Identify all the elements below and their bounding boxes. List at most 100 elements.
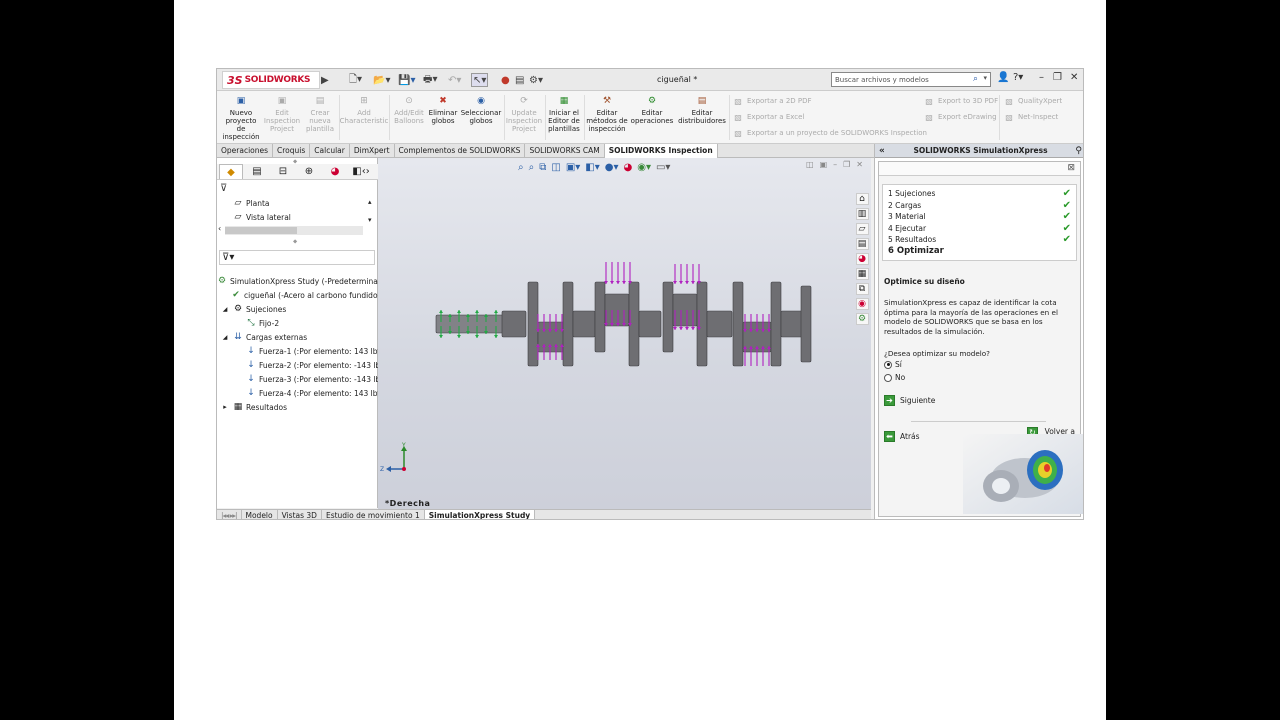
- configuration-manager-tab-icon[interactable]: ⊟: [271, 164, 295, 179]
- pin-icon[interactable]: ⚲: [1075, 144, 1082, 158]
- undo-icon[interactable]: ↶▾: [448, 73, 461, 87]
- tree-item-fuerza-3[interactable]: ↓ Fuerza-3 (:Por elemento: -143 lbf:): [246, 374, 388, 384]
- scroll-down-icon[interactable]: ▾: [368, 216, 372, 224]
- next-button[interactable]: ➔ Siguiente: [884, 395, 935, 406]
- export-2d-pdf-button[interactable]: ▧ Exportar a 2D PDF: [733, 96, 811, 106]
- new-inspection-project-button[interactable]: ▣ Nuevo proyecto de inspección: [221, 95, 261, 142]
- tab-modelo[interactable]: Modelo: [242, 509, 278, 519]
- home-icon[interactable]: ⌂: [855, 193, 869, 205]
- tree-item-planta[interactable]: ▱ Planta: [233, 198, 270, 208]
- search-dropdown-icon[interactable]: ▾: [983, 74, 987, 82]
- add-edit-balloons-button[interactable]: ⊙ Add/Edit Balloons: [392, 95, 426, 126]
- forum-icon[interactable]: ◉: [855, 298, 869, 310]
- tab-calcular[interactable]: Calcular: [310, 144, 350, 158]
- step-ejecutar[interactable]: 4 Ejecutar ✔: [888, 223, 1073, 234]
- tree-item-vista-lateral[interactable]: ▱ Vista lateral: [233, 212, 291, 222]
- close-wizard-icon[interactable]: ⊠: [1067, 163, 1075, 173]
- back-button[interactable]: ⬅ Atrás: [884, 431, 920, 442]
- tab-dimxpert[interactable]: DimXpert: [350, 144, 395, 158]
- expand-arrow-icon[interactable]: ▸: [220, 402, 230, 412]
- tab-solidworks-inspection[interactable]: SOLIDWORKS Inspection: [604, 144, 718, 158]
- radio-si[interactable]: Sí: [884, 360, 902, 369]
- step-cargas[interactable]: 2 Cargas ✔: [888, 200, 1073, 211]
- search-box[interactable]: Buscar archivos y modelos ⌕ ▾: [831, 72, 991, 87]
- search-icon[interactable]: ⌕: [973, 74, 978, 84]
- export-edrawing-button[interactable]: ▧ Export eDrawing: [924, 112, 996, 122]
- rebuild-icon[interactable]: ●: [501, 73, 510, 87]
- tab-estudio-movimiento[interactable]: Estudio de movimiento 1: [322, 509, 425, 519]
- edit-inspection-methods-button[interactable]: ⚒ Editar métodos de inspección: [586, 95, 628, 134]
- radio-circle[interactable]: [884, 373, 892, 382]
- view-palette-icon[interactable]: ⧉: [855, 283, 869, 295]
- file-properties-icon[interactable]: ▤: [515, 73, 524, 87]
- collapse-arrow-icon[interactable]: ◢: [220, 332, 230, 342]
- step-sujeciones[interactable]: 1 Sujeciones ✔: [888, 188, 1073, 199]
- delete-balloons-button[interactable]: ✖ Eliminar globos: [427, 95, 459, 126]
- scroll-up-icon[interactable]: ▴: [368, 198, 372, 206]
- radio-no[interactable]: No: [884, 373, 905, 382]
- resources-icon[interactable]: ▥: [855, 208, 869, 220]
- tab-complementos[interactable]: Complementos de SOLIDWORKS: [395, 144, 526, 158]
- tree-item-fijo-2[interactable]: ⤡ Fijo-2: [246, 318, 279, 328]
- graphics-area[interactable]: ⌕ ⌕ ⧉ ◫ ▣▾ ◧▾ ●▾ ◕ ◉▾ ▭▾ ◫ ▣ – ❐ ✕ Y Z *…: [378, 158, 871, 509]
- update-inspection-project-button[interactable]: ⟳ Update Inspection Project: [506, 95, 542, 134]
- tree-item-fuerza-2[interactable]: ↓ Fuerza-2 (:Por elemento: -143 lbf:): [246, 360, 388, 370]
- tab-operaciones[interactable]: Operaciones: [217, 144, 274, 158]
- appearances-icon[interactable]: ◕: [855, 253, 869, 265]
- expand-menu-arrow-icon[interactable]: ▶: [321, 73, 329, 87]
- filter-dropdown-icon[interactable]: ⊽▾: [222, 252, 234, 263]
- solidworks-logo[interactable]: 3S SOLIDWORKS: [222, 71, 320, 89]
- user-account-icon[interactable]: 👤: [997, 72, 1009, 83]
- tab-croquis[interactable]: Croquis: [273, 144, 311, 158]
- scrollbar-thumb[interactable]: [225, 227, 297, 234]
- filter-icon[interactable]: ⊽: [220, 183, 227, 194]
- file-explorer-icon[interactable]: ▤: [855, 238, 869, 250]
- export-3d-pdf-button[interactable]: ▧ Export to 3D PDF: [924, 96, 998, 106]
- design-library-icon[interactable]: ▱: [855, 223, 869, 235]
- save-icon[interactable]: 💾▾: [398, 73, 415, 87]
- tree-item-fuerza-1[interactable]: ↓ Fuerza-1 (:Por elemento: 143 lbf:): [246, 346, 385, 356]
- export-excel-button[interactable]: ▧ Exportar a Excel: [733, 112, 804, 122]
- options-gear-icon[interactable]: ⚙▾: [529, 73, 543, 87]
- collapse-panel-icon[interactable]: «: [879, 144, 885, 158]
- tree-item-fuerza-4[interactable]: ↓ Fuerza-4 (:Por elemento: 143 lbf:): [246, 388, 385, 398]
- tree-filter-box[interactable]: ⊽▾: [219, 250, 375, 265]
- tab-navigation-arrows-icon[interactable]: |◂◂ ▸▸|: [217, 509, 242, 519]
- tab-solidworks-cam[interactable]: SOLIDWORKS CAM: [525, 144, 605, 158]
- feature-manager-tab-icon[interactable]: ◆: [219, 164, 243, 179]
- step-material[interactable]: 3 Material ✔: [888, 211, 1073, 222]
- display-manager-tab-icon[interactable]: ◕: [323, 164, 347, 179]
- property-manager-tab-icon[interactable]: ▤: [245, 164, 269, 179]
- minimize-icon[interactable]: –: [1039, 72, 1044, 83]
- qualityxpert-button[interactable]: ▧ QualityXpert: [1004, 96, 1062, 106]
- step-resultados[interactable]: 5 Resultados ✔: [888, 234, 1073, 245]
- export-inspection-project-button[interactable]: ▧ Exportar a un proyecto de SOLIDWORKS In…: [733, 128, 927, 138]
- select-cursor-icon[interactable]: ↖▾: [471, 73, 489, 87]
- net-inspect-button[interactable]: ▧ Net-Inspect: [1004, 112, 1058, 122]
- template-editor-button[interactable]: ▦ Iniciar el Editor de plantillas: [547, 95, 581, 134]
- tab-simulationxpress-study[interactable]: SimulationXpress Study: [424, 509, 536, 519]
- edit-distributors-button[interactable]: ▤ Editar distribuidores: [676, 95, 728, 126]
- tree-item-part[interactable]: ✔ cigueñal (-Acero al carbono fundido-): [231, 290, 383, 300]
- tree-item-study[interactable]: ⚙ SimulationXpress Study (-Predeterminado…: [217, 276, 390, 286]
- print-icon[interactable]: 🖶▾: [423, 73, 437, 87]
- restore-icon[interactable]: ❐: [1053, 72, 1062, 83]
- scroll-left-icon[interactable]: ‹: [218, 224, 221, 233]
- more-tabs-icon[interactable]: ◧‹›: [349, 164, 373, 179]
- tree-item-cargas-externas[interactable]: ◢ ⇊ Cargas externas: [220, 332, 307, 342]
- simulationxpress-icon[interactable]: ⚙: [855, 313, 869, 325]
- radio-circle[interactable]: [884, 360, 892, 369]
- edit-inspection-project-button[interactable]: ▣ Edit Inspection Project: [263, 95, 301, 134]
- step-optimizar[interactable]: 6 Optimizar: [888, 246, 1073, 256]
- splitter-handle[interactable]: ⬥: [293, 238, 297, 246]
- select-balloons-button[interactable]: ◉ Seleccionar globos: [461, 95, 502, 126]
- create-template-button[interactable]: ▤ Crear nueva plantilla: [303, 95, 337, 134]
- open-folder-icon[interactable]: 📂▾: [373, 73, 390, 87]
- help-icon[interactable]: ?▾: [1013, 72, 1023, 83]
- tree-item-sujeciones[interactable]: ◢ ⚙ Sujeciones: [220, 304, 287, 314]
- tree-item-resultados[interactable]: ▸ ▦ Resultados: [220, 402, 287, 412]
- horizontal-scrollbar[interactable]: [225, 226, 363, 235]
- close-icon[interactable]: ✕: [1070, 72, 1078, 83]
- custom-properties-icon[interactable]: ▦: [855, 268, 869, 280]
- collapse-arrow-icon[interactable]: ◢: [220, 304, 230, 314]
